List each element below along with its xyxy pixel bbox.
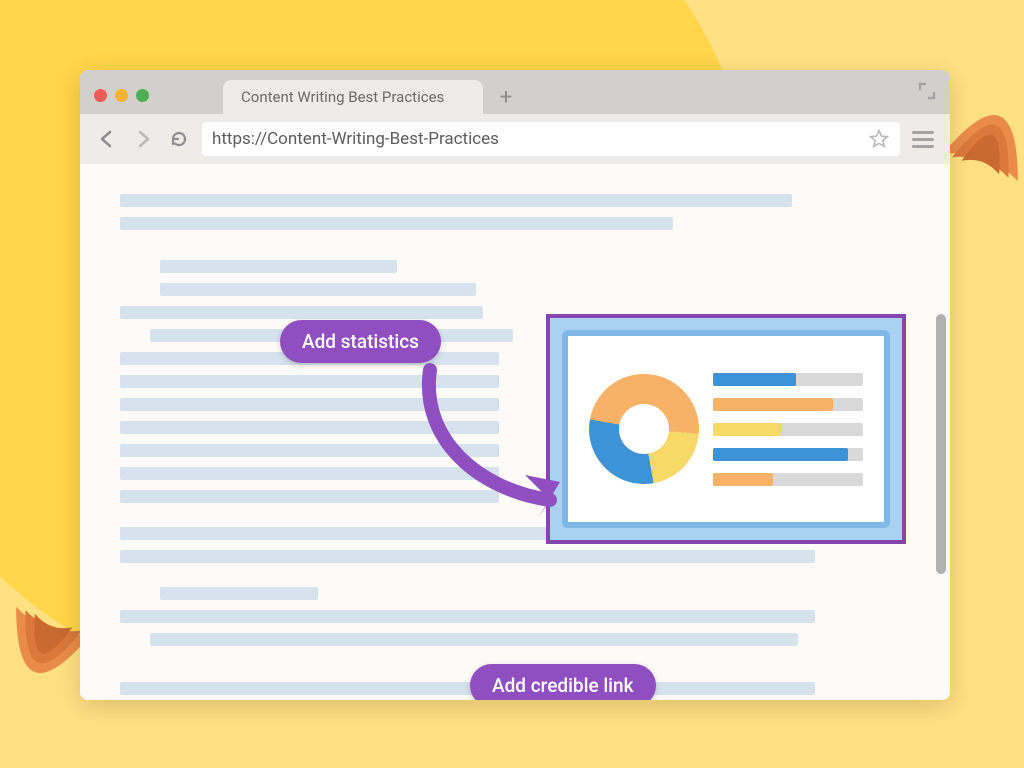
page-viewport: Add statistics Add credible link A buyer… [80,164,950,700]
callout-add-link: Add credible link [470,664,656,700]
browser-window: Content Writing Best Practices + https:/… [80,70,950,700]
window-minimize-button[interactable] [115,89,128,102]
scrollbar[interactable] [936,314,946,574]
reload-button[interactable] [166,126,192,152]
url-text: https://Content-Writing-Best-Practices [212,129,499,149]
callout-label: Add statistics [302,330,419,353]
arrow-to-chart [410,360,590,530]
bar-chart [713,373,863,486]
statistics-chart [546,314,906,544]
tab-title: Content Writing Best Practices [241,88,444,106]
bookmark-icon[interactable] [868,128,890,155]
forward-button[interactable] [130,126,156,152]
browser-tab[interactable]: Content Writing Best Practices [223,80,483,114]
window-close-button[interactable] [94,89,107,102]
new-tab-button[interactable]: + [495,86,517,108]
browser-toolbar: https://Content-Writing-Best-Practices [80,114,950,164]
callout-label: Add credible link [492,674,634,697]
browser-titlebar: Content Writing Best Practices + [80,70,950,114]
menu-button[interactable] [910,131,936,148]
address-bar[interactable]: https://Content-Writing-Best-Practices [202,122,900,156]
callout-add-statistics: Add statistics [280,320,441,363]
expand-icon[interactable] [918,82,936,104]
window-maximize-button[interactable] [136,89,149,102]
back-button[interactable] [94,126,120,152]
donut-chart [589,374,699,484]
